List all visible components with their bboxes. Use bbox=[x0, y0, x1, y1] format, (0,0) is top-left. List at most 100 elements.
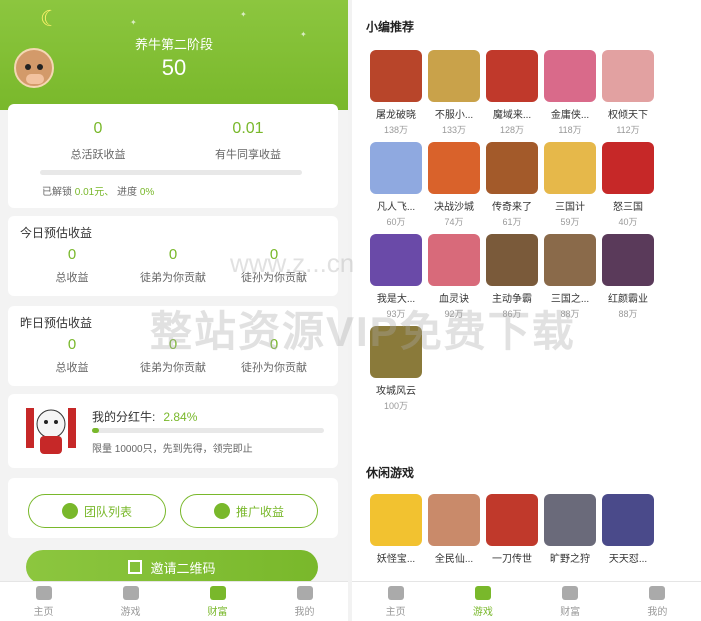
game-item[interactable]: 传奇来了 61万 bbox=[484, 142, 540, 228]
tab-home[interactable]: 主页 bbox=[352, 582, 439, 621]
tab-me[interactable]: 我的 bbox=[614, 582, 701, 621]
game-icon bbox=[486, 142, 538, 194]
today-title: 今日预估收益 bbox=[20, 226, 93, 240]
game-download-count: 133万 bbox=[441, 125, 467, 135]
qr-code-icon bbox=[128, 560, 143, 574]
game-name: 怒三国 bbox=[613, 202, 643, 213]
game-icon bbox=[486, 234, 538, 286]
game-item[interactable]: 屠龙破晓 138万 bbox=[368, 50, 424, 136]
game-name: 三国计 bbox=[555, 202, 585, 213]
team-list-button[interactable]: 团队列表 bbox=[28, 494, 166, 528]
game-icon bbox=[544, 50, 596, 102]
tab-wealth[interactable]: 财富 bbox=[527, 582, 614, 621]
tab-wealth[interactable]: 财富 bbox=[174, 582, 261, 621]
watermark: 整站资源VIP免费下载 bbox=[150, 308, 576, 355]
devil-cow-icon bbox=[26, 408, 76, 454]
game-name: 传奇来了 bbox=[492, 202, 532, 213]
yesterday-title: 昨日预估收益 bbox=[20, 316, 93, 330]
invite-qr-button[interactable]: 邀请二维码 bbox=[26, 550, 318, 584]
coins-icon bbox=[213, 503, 230, 519]
game-item[interactable]: 决战沙城 74万 bbox=[426, 142, 482, 228]
gamepad-icon bbox=[122, 586, 139, 600]
home-icon bbox=[35, 586, 52, 600]
game-download-count: 59万 bbox=[560, 217, 580, 227]
game-name: 妖怪宝... bbox=[376, 554, 416, 565]
casual-title: 休闲游戏 bbox=[366, 466, 415, 480]
game-icon bbox=[602, 234, 654, 286]
game-icon bbox=[428, 142, 480, 194]
game-item[interactable]: 怒三国 40万 bbox=[600, 142, 656, 228]
wallet-icon bbox=[562, 586, 579, 600]
team-icon bbox=[61, 503, 78, 519]
game-item[interactable]: 旷野之狩 bbox=[542, 494, 598, 565]
game-icon bbox=[370, 234, 422, 286]
bottom-tab-bar: 主页 游戏 财富 我的 bbox=[352, 581, 701, 621]
game-name: 旷野之狩 bbox=[550, 554, 590, 565]
tab-games[interactable]: 游戏 bbox=[439, 582, 526, 621]
game-name: 魔域来... bbox=[492, 110, 532, 121]
income-card: 0 总活跃收益 0.01 有牛同享收益 已解锁 0.01元、 进度 0% bbox=[8, 104, 338, 208]
game-icon bbox=[428, 494, 480, 546]
wallet-icon bbox=[209, 586, 226, 600]
active-income: 0 总活跃收益 bbox=[70, 120, 126, 161]
game-icon bbox=[370, 50, 422, 102]
game-icon bbox=[486, 50, 538, 102]
user-icon bbox=[649, 586, 666, 600]
tab-games[interactable]: 游戏 bbox=[87, 582, 174, 621]
game-name: 凡人飞... bbox=[376, 202, 416, 213]
game-item[interactable]: 不服小... 133万 bbox=[426, 50, 482, 136]
stage-label: 养牛第二阶段 bbox=[134, 37, 213, 52]
game-icon bbox=[602, 494, 654, 546]
game-download-count: 100万 bbox=[383, 401, 409, 411]
game-item[interactable]: 魔域来... 128万 bbox=[484, 50, 540, 136]
game-icon bbox=[370, 142, 422, 194]
yesterday-total: 0 总收益 bbox=[55, 336, 89, 374]
home-icon bbox=[387, 586, 404, 600]
game-icon bbox=[602, 142, 654, 194]
game-item[interactable]: 金庸侠... 118万 bbox=[542, 50, 598, 136]
game-download-count: 138万 bbox=[383, 125, 409, 135]
game-download-count: 74万 bbox=[444, 217, 464, 227]
unlock-status: 已解锁 0.01元、 进度 0% bbox=[42, 187, 155, 198]
game-name: 屠龙破晓 bbox=[376, 110, 416, 121]
user-icon bbox=[296, 586, 313, 600]
promo-income-button[interactable]: 推广收益 bbox=[180, 494, 318, 528]
dividend-note: 限量 10000只，先到先得，领完即止 bbox=[92, 444, 253, 455]
game-download-count: 112万 bbox=[616, 125, 640, 135]
game-item[interactable]: 一刀传世 bbox=[484, 494, 540, 565]
today-total: 0 总收益 bbox=[55, 246, 89, 284]
game-icon bbox=[370, 494, 422, 546]
game-item[interactable]: 权倾天下 112万 bbox=[600, 50, 656, 136]
game-download-count: 40万 bbox=[618, 217, 638, 227]
game-name: 一刀传世 bbox=[492, 554, 532, 565]
game-icon bbox=[544, 142, 596, 194]
today-apprentice: 0 徒弟为你贡献 bbox=[140, 246, 206, 284]
star-icon: ✦ bbox=[240, 10, 247, 19]
game-item[interactable]: 天天怼... bbox=[600, 494, 656, 565]
tab-me[interactable]: 我的 bbox=[261, 582, 348, 621]
game-item[interactable]: 红颜霸业 88万 bbox=[600, 234, 656, 320]
dividend-progress-bar bbox=[92, 428, 324, 433]
shared-income: 0.01 有牛同享收益 bbox=[215, 120, 281, 161]
dividend-label: 我的分红牛: 2.84% bbox=[92, 410, 198, 424]
game-item[interactable]: 三国计 59万 bbox=[542, 142, 598, 228]
game-name: 全民仙... bbox=[434, 554, 474, 565]
dividend-card: 我的分红牛: 2.84% 限量 10000只，先到先得，领完即止 bbox=[8, 394, 338, 468]
game-icon bbox=[602, 50, 654, 102]
stage-header: ☾ ✦ ✦ ✦ 养牛第二阶段 50 bbox=[0, 0, 348, 110]
game-icon bbox=[544, 494, 596, 546]
game-icon bbox=[428, 50, 480, 102]
game-item[interactable]: 妖怪宝... bbox=[368, 494, 424, 565]
game-name: 不服小... bbox=[434, 110, 474, 121]
watermark-url: www.z...cn bbox=[230, 248, 355, 278]
game-name: 决战沙城 bbox=[434, 202, 474, 213]
game-name: 金庸侠... bbox=[550, 110, 590, 121]
tab-home[interactable]: 主页 bbox=[0, 582, 87, 621]
game-item[interactable]: 凡人飞... 60万 bbox=[368, 142, 424, 228]
star-icon: ✦ bbox=[130, 18, 137, 27]
moon-icon: ☾ bbox=[40, 6, 60, 31]
game-download-count: 118万 bbox=[558, 125, 582, 135]
game-icon bbox=[486, 494, 538, 546]
unlock-progress-bar bbox=[40, 170, 302, 175]
game-item[interactable]: 全民仙... bbox=[426, 494, 482, 565]
